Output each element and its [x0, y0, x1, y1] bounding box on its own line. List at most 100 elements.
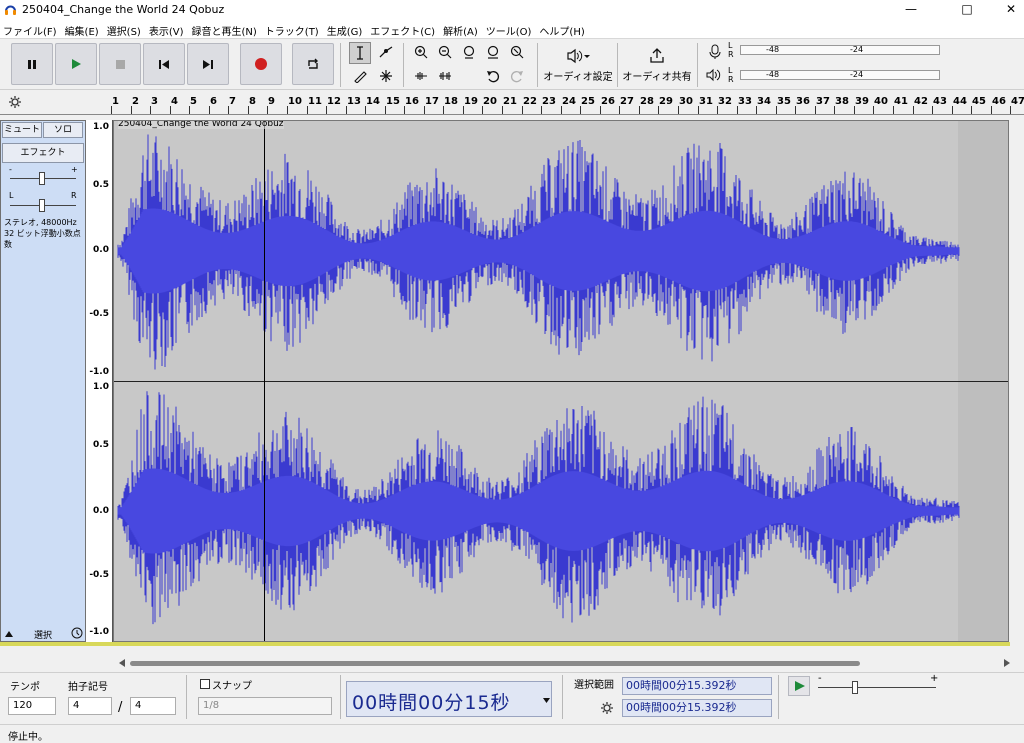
- fit-selection-button[interactable]: [458, 42, 480, 64]
- ruler-tick: [698, 106, 699, 114]
- track-control-panel[interactable]: ミュート ソロ エフェクト - + L R ステレオ, 48000Hz 32 ビ…: [0, 120, 86, 642]
- maximize-button[interactable]: □: [944, 0, 990, 20]
- minimize-button[interactable]: —: [888, 0, 934, 20]
- speed-slider-track: [818, 687, 936, 688]
- ruler-tick: [443, 106, 444, 114]
- audio-setup-label: オーディオ設定: [543, 72, 613, 83]
- ruler-tick: [658, 106, 659, 114]
- ruler-tick-label: 36: [796, 96, 810, 107]
- draw-tool[interactable]: [349, 66, 371, 88]
- timeline-settings-gear-icon[interactable]: [8, 95, 22, 109]
- clock-icon[interactable]: [71, 627, 83, 639]
- playback-meter[interactable]: L R -48 -24: [728, 66, 946, 84]
- loop-button[interactable]: [292, 43, 334, 85]
- snap-select[interactable]: 1/8: [198, 697, 332, 715]
- ruler-tick-label: 15: [386, 96, 400, 107]
- zoom-out-button[interactable]: [434, 42, 456, 64]
- skip-to-start-button[interactable]: [143, 43, 185, 85]
- trim-button[interactable]: [410, 66, 432, 88]
- ruler-tick-label: 29: [659, 96, 673, 107]
- amplitude-scale[interactable]: 1.0 0.5 0.0 -0.5 -1.0 1.0 0.5 0.0 -0.5 -…: [86, 120, 113, 642]
- selection-tool[interactable]: [349, 42, 371, 64]
- menu-generate[interactable]: 生成(G): [324, 20, 368, 38]
- menu-select[interactable]: 選択(S): [104, 20, 146, 38]
- gain-slider-thumb[interactable]: [39, 172, 45, 185]
- silence-button[interactable]: [434, 66, 456, 88]
- menu-file[interactable]: ファイル(F): [0, 20, 62, 38]
- microphone-icon[interactable]: [708, 44, 722, 60]
- zoom-toggle-button[interactable]: [506, 42, 528, 64]
- menu-view[interactable]: 表示(V): [146, 20, 189, 38]
- trim-icon: [415, 72, 427, 80]
- tempo-input[interactable]: 120: [8, 697, 56, 715]
- ruler-tick-label: 47: [1011, 96, 1024, 107]
- menu-tracks[interactable]: トラック(T): [262, 20, 324, 38]
- ruler-tick: [600, 106, 601, 114]
- horizontal-scrollbar[interactable]: [0, 656, 1024, 670]
- menu-effect[interactable]: エフェクト(C): [367, 20, 440, 38]
- snap-checkbox[interactable]: [200, 679, 210, 689]
- mute-button[interactable]: ミュート: [2, 122, 42, 138]
- menu-analyze[interactable]: 解析(A): [440, 20, 483, 38]
- ruler-tick-label: 27: [620, 96, 634, 107]
- ruler-tick: [815, 106, 816, 114]
- pause-button[interactable]: [11, 43, 53, 85]
- redo-button[interactable]: [506, 66, 528, 88]
- ruler-tick-label: 13: [347, 96, 361, 107]
- clip-name[interactable]: 250404_Change the World 24 Qobuz: [118, 121, 284, 129]
- skip-to-end-button[interactable]: [187, 43, 229, 85]
- share-audio-label: オーディオ共有: [622, 72, 692, 83]
- audio-setup-button[interactable]: オーディオ設定: [543, 43, 613, 87]
- speed-slider-thumb[interactable]: [852, 681, 858, 694]
- play-button[interactable]: [55, 43, 97, 85]
- scroll-right-icon[interactable]: [1003, 659, 1011, 667]
- record-meter[interactable]: L R -48 -24: [728, 41, 946, 59]
- ruler-tick: [482, 106, 483, 114]
- timeline-ruler[interactable]: 1 2 3 4 5 6 7 8 9 10 11 12 13 14 15 16 17 18 19 20 21 22 23 24 2…: [0, 91, 1024, 115]
- time-display[interactable]: 00時間00分15秒: [346, 681, 552, 717]
- scale-label: 1.0: [93, 122, 109, 132]
- menu-help[interactable]: ヘルプ(H): [536, 20, 589, 38]
- fit-project-button[interactable]: [482, 42, 504, 64]
- share-audio-button[interactable]: オーディオ共有: [622, 43, 692, 87]
- select-track-button[interactable]: 選択: [34, 628, 52, 641]
- time-signature-denominator[interactable]: 4: [130, 697, 176, 715]
- ruler-tick: [580, 106, 581, 114]
- selection-start-time[interactable]: 00時間00分15.392秒: [622, 677, 772, 695]
- undo-button[interactable]: [482, 66, 504, 88]
- toolbar-separator: [186, 675, 187, 719]
- ruler-tick: [326, 106, 327, 114]
- time-signature-numerator[interactable]: 4: [68, 697, 112, 715]
- collapse-track-icon[interactable]: [4, 629, 14, 639]
- play-icon: [72, 59, 81, 69]
- scroll-left-icon[interactable]: [118, 659, 126, 667]
- speaker-meter-icon[interactable]: [706, 68, 722, 82]
- stop-button[interactable]: [99, 43, 141, 85]
- record-button[interactable]: [240, 43, 282, 85]
- envelope-tool[interactable]: [375, 42, 397, 64]
- selection-settings-gear-icon[interactable]: [600, 701, 614, 715]
- scrollbar-thumb[interactable]: [130, 661, 860, 666]
- menu-transport[interactable]: 録音と再生(N): [189, 20, 262, 38]
- channel-l-label: L: [728, 41, 733, 50]
- undo-icon: [487, 71, 499, 83]
- menu-tools[interactable]: ツール(O): [483, 20, 537, 38]
- menu-edit[interactable]: 編集(E): [62, 20, 104, 38]
- time-signature-numerator-value: 4: [73, 700, 80, 711]
- toolbar-separator: [562, 675, 563, 719]
- ruler-tick-label: 11: [308, 96, 322, 107]
- effects-button[interactable]: エフェクト: [2, 143, 84, 163]
- ruler-tick: [795, 106, 796, 114]
- solo-button[interactable]: ソロ: [43, 122, 83, 138]
- zoom-in-button[interactable]: [410, 42, 432, 64]
- bottom-toolbar: テンポ 120 拍子記号 4 / 4 スナップ 1/8 00時間00分15秒 選…: [0, 672, 1024, 724]
- ruler-tick: [502, 106, 503, 114]
- dropdown-arrow-icon[interactable]: [543, 698, 550, 703]
- pan-slider-thumb[interactable]: [39, 199, 45, 212]
- play-at-speed-button[interactable]: [788, 676, 810, 696]
- close-button[interactable]: ✕: [988, 0, 1024, 20]
- waveform-area[interactable]: 250404_Change the World 24 Qobuz: [113, 120, 1009, 642]
- multi-tool[interactable]: [375, 66, 397, 88]
- channel-r-label: R: [728, 75, 734, 84]
- selection-end-time[interactable]: 00時間00分15.392秒: [622, 699, 772, 717]
